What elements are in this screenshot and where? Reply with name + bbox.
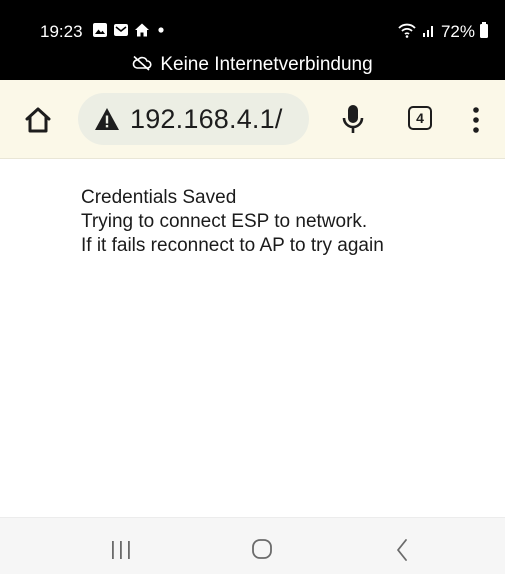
notification-icons [92,22,167,43]
nav-home-button[interactable] [251,538,273,560]
connecting-text: Trying to connect ESP to network. [81,211,368,232]
gallery-icon [92,22,108,43]
tab-switcher-button[interactable]: 4 [408,106,432,130]
credentials-saved-text: Credentials Saved [81,187,237,208]
dot-icon [155,22,167,43]
message-icon [113,22,129,43]
retry-hint-text: If it fails reconnect to AP to try again [81,235,384,256]
back-icon [397,539,407,561]
voice-search-button[interactable] [340,103,366,135]
offline-text: Keine Internetverbindung [160,54,373,75]
warning-icon[interactable] [94,107,120,131]
overflow-menu-button[interactable] [468,104,484,136]
browser-toolbar: 192.168.4.1/ 4 [0,80,505,159]
home-icon [25,107,51,133]
system-icons: 72% [397,21,489,44]
cloud-off-icon [132,55,152,76]
offline-banner: Keine Internetverbindung [0,50,505,80]
recents-button[interactable] [110,540,132,560]
wifi-icon [397,21,417,44]
phone-screen: 19:23 72% Keine Internetverbindung 192.1… [0,0,505,574]
home-button[interactable] [22,104,54,136]
home-notification-icon [134,22,150,43]
status-bar: 19:23 72% [0,0,505,50]
recents-icon [112,541,130,559]
back-button[interactable] [395,538,409,562]
tab-count: 4 [416,110,424,126]
more-vert-icon [473,107,479,133]
page-content: Credentials Saved Trying to connect ESP … [81,186,501,258]
address-bar[interactable]: 192.168.4.1/ [78,93,309,145]
mic-icon [342,105,364,133]
status-time: 19:23 [40,22,83,41]
battery-percent: 72% [440,22,475,41]
battery-icon [479,21,489,44]
url-text[interactable]: 192.168.4.1/ [130,104,283,135]
signal-icon [421,22,437,43]
nav-home-icon [252,539,272,559]
navigation-bar [0,517,505,574]
